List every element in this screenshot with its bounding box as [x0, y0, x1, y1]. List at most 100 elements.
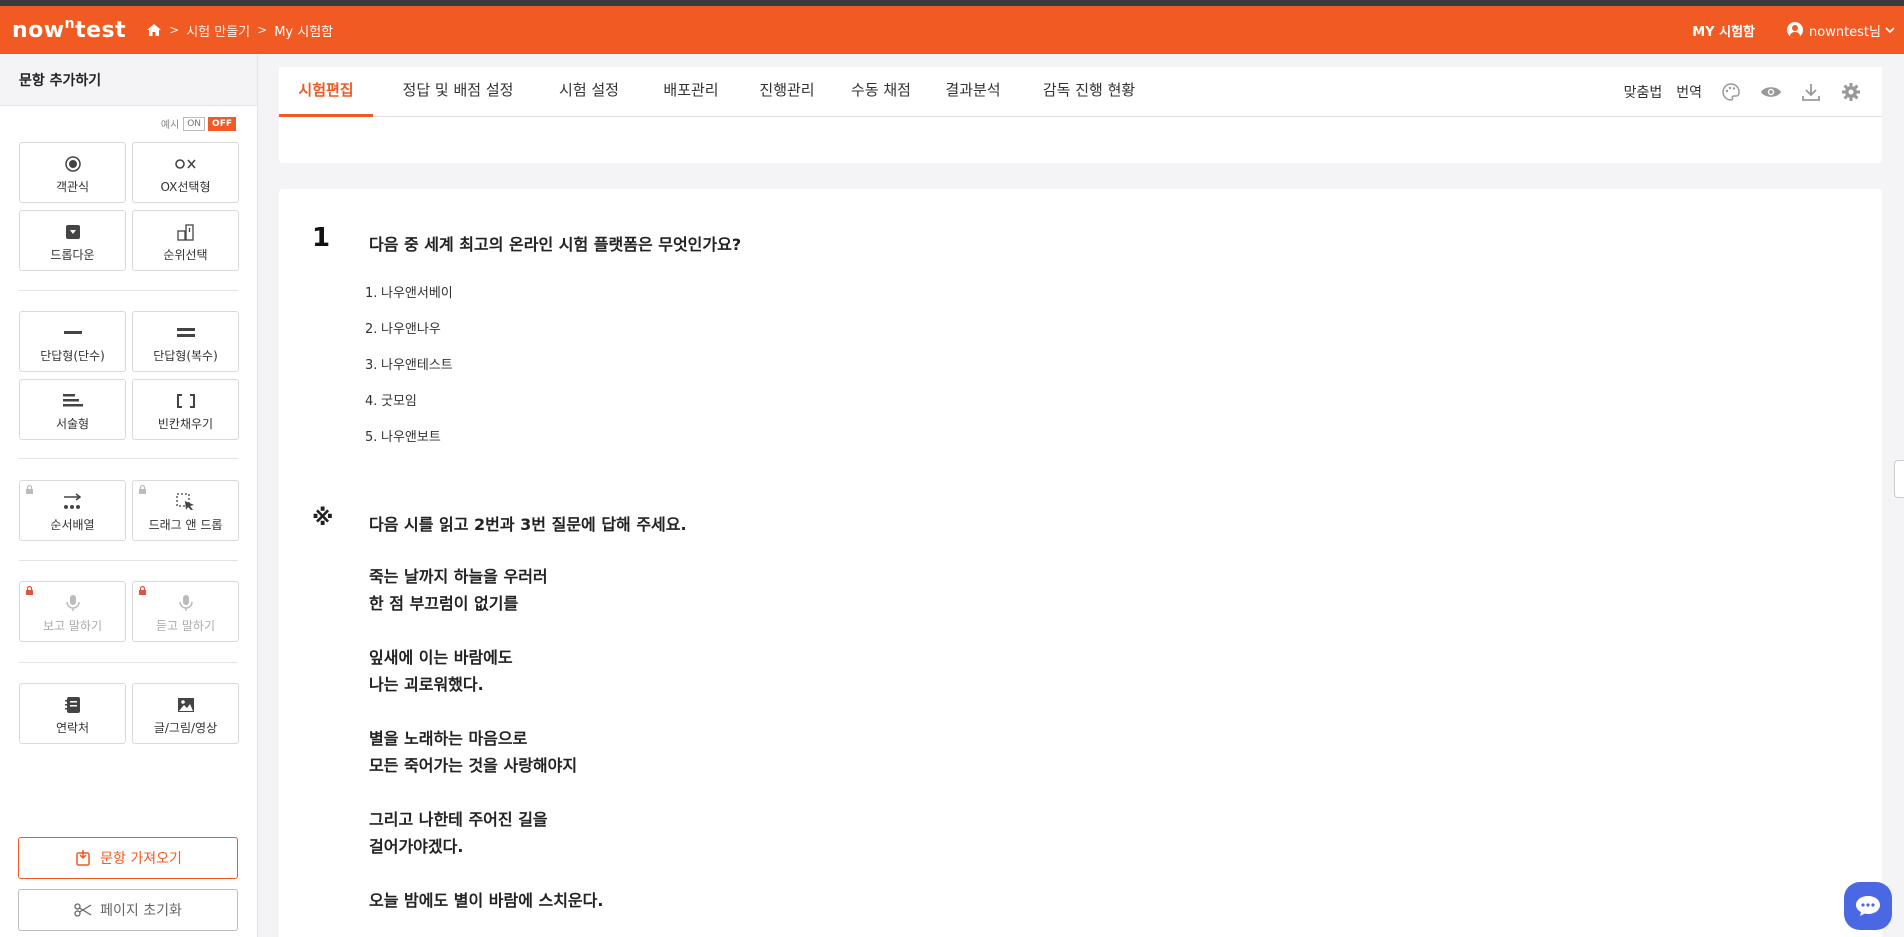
tile-ordering[interactable]: 순서배열: [19, 480, 126, 541]
tab-toolbar: 맞춤법 번역: [1610, 67, 1862, 117]
tile-label: 단답형(단수): [40, 349, 105, 363]
chat-bubble-icon: [1856, 896, 1880, 916]
user-menu[interactable]: nowntest님: [1787, 21, 1896, 40]
home-icon[interactable]: [146, 23, 162, 37]
contacts-book-icon: [64, 697, 80, 713]
main-tab-bar: 시험편집 정답 및 배점 설정 시험 설정 배포관리 진행관리 수동 채점 결과…: [279, 67, 1882, 117]
tab-test-settings[interactable]: 시험 설정: [533, 67, 645, 117]
option-item[interactable]: 2. 나우앤나우: [365, 318, 441, 337]
option-item[interactable]: 5. 나우앤보트: [365, 426, 441, 445]
tile-label: 서술형: [55, 417, 90, 431]
poem-line: 별을 노래하는 마음으로: [369, 729, 528, 748]
poem-line: 모든 죽어가는 것을 사랑해야지: [369, 756, 578, 775]
passage-title[interactable]: 다음 시를 읽고 2번과 3번 질문에 답해 주세요.: [369, 511, 687, 535]
import-questions-button[interactable]: 문항 가져오기: [18, 837, 238, 879]
dropdown-icon: [65, 225, 80, 239]
tile-contacts[interactable]: 연락처: [19, 683, 126, 744]
tab-results[interactable]: 결과분석: [917, 67, 1029, 117]
user-avatar-icon: [1787, 22, 1803, 38]
question-editor-area: 1 다음 중 세계 최고의 온라인 시험 플랫폼은 무엇인가요? 1. 나우앤서베…: [279, 189, 1882, 937]
breadcrumb-my-tests[interactable]: My 시험함: [274, 21, 333, 40]
image-icon: [177, 698, 194, 712]
tab-edit[interactable]: 시험편집: [279, 67, 373, 117]
tile-label: OX선택형: [160, 180, 211, 194]
poem-line: 나는 괴로워했다.: [369, 675, 484, 694]
translate-button[interactable]: 번역: [1676, 82, 1702, 102]
example-toggle[interactable]: 예시 ON OFF: [161, 116, 236, 131]
ordering-icon: [63, 493, 81, 509]
chevron-right-icon: >: [257, 23, 268, 37]
divider: [19, 662, 238, 663]
my-tests-link[interactable]: MY 시험함: [1692, 21, 1755, 40]
tile-ranking[interactable]: 순위선택: [132, 210, 239, 271]
poem-line: 잎새에 이는 바람에도: [369, 648, 513, 667]
option-item[interactable]: 3. 나우앤테스트: [365, 354, 453, 373]
tile-multiple-choice[interactable]: 객관식: [19, 142, 126, 203]
tile-essay[interactable]: 서술형: [19, 379, 126, 440]
chevron-right-icon: >: [169, 23, 180, 37]
question-text[interactable]: 다음 중 세계 최고의 온라인 시험 플랫폼은 무엇인가요?: [369, 231, 741, 255]
poem-line: 한 점 부끄럼이 없기를: [369, 594, 519, 613]
option-item[interactable]: 1. 나우앤서베이: [365, 282, 453, 301]
tab-answer-score[interactable]: 정답 및 배점 설정: [387, 67, 529, 117]
drag-drop-icon: [175, 493, 194, 510]
tile-label: 듣고 말하기: [155, 619, 215, 633]
breadcrumb-create-test[interactable]: 시험 만들기: [186, 21, 250, 40]
question-number: 1: [312, 223, 331, 253]
bracket-icon: [176, 394, 195, 408]
example-label: 예시: [160, 120, 180, 131]
tile-label: 객관식: [55, 180, 90, 194]
tile-label: 드롭다운: [50, 248, 95, 262]
divider: [19, 560, 238, 561]
tab-proctoring[interactable]: 감독 진행 현황: [1015, 67, 1163, 117]
sidebar-title: 문항 추가하기: [0, 54, 257, 106]
nowntest-logo[interactable]: nowntest: [12, 16, 126, 43]
poem-line: 죽는 날까지 하늘을 우러러: [369, 567, 548, 586]
reset-page-button[interactable]: 페이지 초기화: [18, 889, 238, 931]
chat-support-button[interactable]: [1844, 882, 1892, 930]
ox-icon: [174, 159, 196, 169]
preview-eye-icon[interactable]: [1760, 81, 1782, 103]
breadcrumb: > 시험 만들기 > My 시험함: [146, 21, 333, 40]
poem-line: 걸어가야겠다.: [369, 837, 464, 856]
download-icon[interactable]: [1800, 81, 1822, 103]
spell-check-button[interactable]: 맞춤법: [1624, 82, 1663, 102]
tile-fill-blank[interactable]: 빈칸채우기: [132, 379, 239, 440]
radio-icon: [64, 156, 81, 172]
top-navigation-bar: nowntest > 시험 만들기 > My 시험함 MY 시험함 nownte…: [0, 6, 1904, 54]
option-item[interactable]: 4. 굿모임: [365, 390, 417, 409]
tile-label: 빈칸채우기: [157, 417, 214, 431]
tile-label: 순서배열: [50, 518, 95, 532]
palette-icon[interactable]: [1720, 81, 1742, 103]
tile-ox[interactable]: OX선택형: [132, 142, 239, 203]
scissors-icon: [74, 903, 92, 917]
tile-see-speak[interactable]: 보고 말하기: [19, 581, 126, 642]
listen-speak-icon: [178, 595, 193, 611]
toggle-on[interactable]: ON: [183, 116, 206, 131]
tile-short-multi[interactable]: 단답형(복수): [132, 311, 239, 372]
import-icon: [76, 850, 90, 866]
divider: [19, 458, 238, 459]
poem-line: 오늘 밤에도 별이 바람에 스치운다.: [369, 891, 604, 910]
toggle-off[interactable]: OFF: [208, 116, 236, 131]
tile-drag-drop[interactable]: 드래그 앤 드롭: [132, 480, 239, 541]
gear-icon[interactable]: [1840, 81, 1862, 103]
tile-listen-speak[interactable]: 듣고 말하기: [132, 581, 239, 642]
short-answer-icon: [63, 331, 82, 334]
test-header-panel: [279, 117, 1882, 163]
chevron-down-icon: [1885, 27, 1895, 34]
tile-short-single[interactable]: 단답형(단수): [19, 311, 126, 372]
divider: [19, 290, 238, 291]
import-label: 문항 가져오기: [100, 851, 182, 867]
tile-label: 글/그림/영상: [153, 721, 218, 735]
question-add-sidebar: 문항 추가하기 예시 ON OFF 객관식 OX선택형 드롭다운 순위선택 단답…: [0, 54, 258, 937]
tile-dropdown[interactable]: 드롭다운: [19, 210, 126, 271]
side-panel-handle[interactable]: [1894, 460, 1904, 498]
reset-label: 페이지 초기화: [100, 903, 182, 919]
tile-label: 단답형(복수): [153, 349, 218, 363]
tile-label: 연락처: [55, 721, 90, 735]
tile-label: 보고 말하기: [42, 619, 102, 633]
ranking-icon: [176, 224, 194, 241]
short-multi-icon: [176, 328, 195, 337]
tile-media[interactable]: 글/그림/영상: [132, 683, 239, 744]
